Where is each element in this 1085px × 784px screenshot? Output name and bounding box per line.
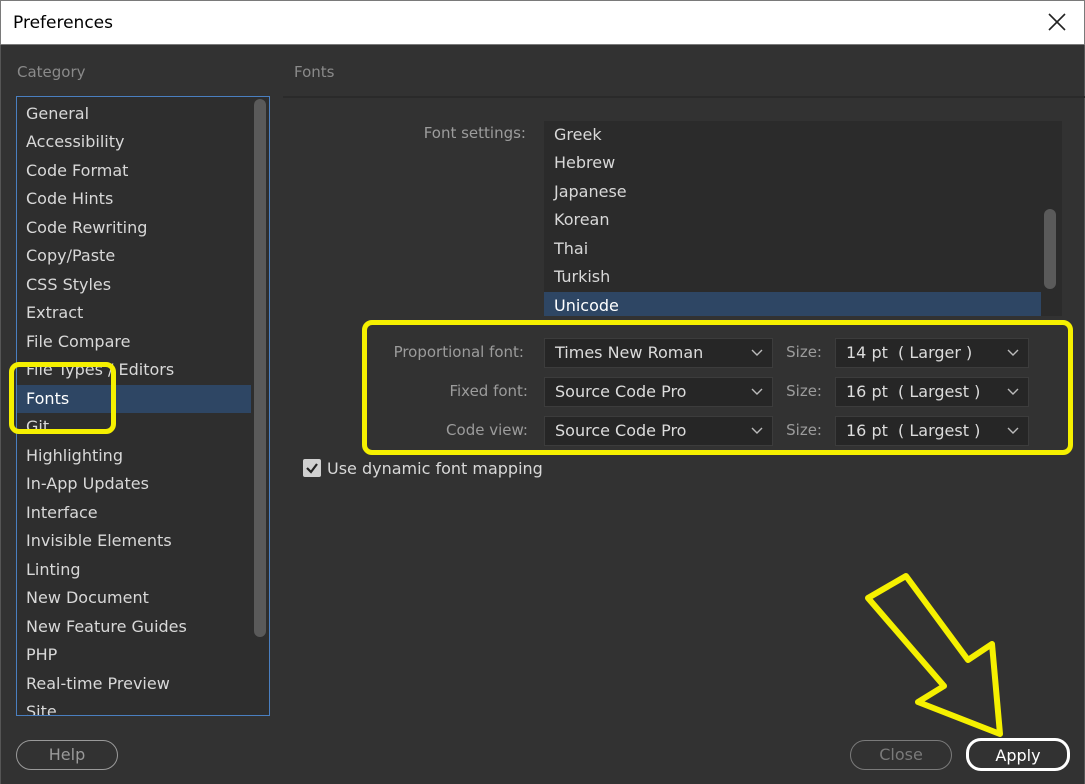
- code-view-size-value: 16 pt ( Largest ): [846, 421, 981, 440]
- chevron-down-icon: [751, 388, 763, 395]
- category-item-git[interactable]: Git: [17, 413, 251, 441]
- font-settings-item-turkish[interactable]: Turkish: [544, 263, 1041, 291]
- category-item-site[interactable]: Site: [17, 698, 251, 715]
- category-item-file-compare[interactable]: File Compare: [17, 328, 251, 356]
- arrow-annotation: [865, 573, 1003, 737]
- fixed-size-label: Size:: [786, 382, 822, 400]
- category-item-php[interactable]: PHP: [17, 641, 251, 669]
- category-heading: Category: [17, 63, 86, 81]
- panel-divider: [283, 96, 1085, 98]
- category-item-invisible-elements[interactable]: Invisible Elements: [17, 527, 251, 555]
- dynamic-font-mapping-checkbox[interactable]: [303, 459, 321, 477]
- checkmark-icon: [306, 463, 318, 474]
- category-scrollbar[interactable]: [254, 99, 266, 637]
- dynamic-font-mapping-label[interactable]: Use dynamic font mapping: [327, 459, 543, 478]
- font-settings-item-unicode[interactable]: Unicode: [544, 292, 1041, 316]
- font-settings-item-thai[interactable]: Thai: [544, 235, 1041, 263]
- chevron-down-icon: [751, 349, 763, 356]
- category-item-code-rewriting[interactable]: Code Rewriting: [17, 214, 251, 242]
- category-item-real-time-preview[interactable]: Real-time Preview: [17, 670, 251, 698]
- title-bar: Preferences: [0, 0, 1085, 45]
- category-item-new-document[interactable]: New Document: [17, 584, 251, 612]
- font-settings-scrollbar[interactable]: [1044, 209, 1056, 289]
- fixed-font-label: Fixed font:: [449, 382, 528, 400]
- proportional-size-value: 14 pt ( Larger ): [846, 343, 973, 362]
- category-item-highlighting[interactable]: Highlighting: [17, 442, 251, 470]
- fixed-size-value: 16 pt ( Largest ): [846, 382, 981, 401]
- window-border-left: [0, 45, 1, 784]
- font-settings-item-korean[interactable]: Korean: [544, 206, 1041, 234]
- chevron-down-icon: [1007, 388, 1019, 395]
- chevron-down-icon: [1007, 349, 1019, 356]
- code-view-font-dropdown[interactable]: Source Code Pro: [544, 416, 773, 446]
- code-view-font-value: Source Code Pro: [555, 421, 687, 440]
- close-icon[interactable]: [1044, 9, 1070, 35]
- proportional-font-value: Times New Roman: [555, 343, 704, 362]
- close-button[interactable]: Close: [850, 740, 952, 770]
- category-item-accessibility[interactable]: Accessibility: [17, 128, 251, 156]
- proportional-size-dropdown[interactable]: 14 pt ( Larger ): [835, 338, 1029, 368]
- panel-heading: Fonts: [294, 63, 335, 81]
- fixed-font-dropdown[interactable]: Source Code Pro: [544, 377, 773, 407]
- font-settings-item-hebrew[interactable]: Hebrew: [544, 149, 1041, 177]
- category-item-in-app-updates[interactable]: In-App Updates: [17, 470, 251, 498]
- font-settings-item-japanese[interactable]: Japanese: [544, 178, 1041, 206]
- category-item-code-format[interactable]: Code Format: [17, 157, 251, 185]
- category-item-linting[interactable]: Linting: [17, 556, 251, 584]
- proportional-font-label: Proportional font:: [393, 343, 524, 361]
- fixed-size-dropdown[interactable]: 16 pt ( Largest ): [835, 377, 1029, 407]
- proportional-size-label: Size:: [786, 343, 822, 361]
- code-view-size-label: Size:: [786, 421, 822, 439]
- help-button[interactable]: Help: [16, 740, 118, 770]
- font-settings-list[interactable]: Greek Hebrew Japanese Korean Thai Turkis…: [544, 121, 1062, 316]
- window-title: Preferences: [13, 13, 113, 33]
- category-list[interactable]: General Accessibility Code Format Code H…: [16, 96, 270, 716]
- category-item-file-types-editors[interactable]: File Types / Editors: [17, 356, 251, 384]
- category-item-css-styles[interactable]: CSS Styles: [17, 271, 251, 299]
- apply-button[interactable]: Apply: [966, 738, 1070, 771]
- category-item-interface[interactable]: Interface: [17, 499, 251, 527]
- font-settings-item-greek[interactable]: Greek: [544, 121, 1041, 149]
- category-item-new-feature-guides[interactable]: New Feature Guides: [17, 613, 251, 641]
- category-item-copy-paste[interactable]: Copy/Paste: [17, 242, 251, 270]
- font-settings-label: Font settings:: [423, 124, 526, 142]
- category-item-code-hints[interactable]: Code Hints: [17, 185, 251, 213]
- category-item-general[interactable]: General: [17, 100, 251, 128]
- code-view-size-dropdown[interactable]: 16 pt ( Largest ): [835, 416, 1029, 446]
- proportional-font-dropdown[interactable]: Times New Roman: [544, 338, 773, 368]
- chevron-down-icon: [1007, 427, 1019, 434]
- fixed-font-value: Source Code Pro: [555, 382, 687, 401]
- category-item-fonts[interactable]: Fonts: [17, 385, 251, 413]
- code-view-label: Code view:: [446, 421, 528, 439]
- chevron-down-icon: [751, 427, 763, 434]
- category-item-extract[interactable]: Extract: [17, 299, 251, 327]
